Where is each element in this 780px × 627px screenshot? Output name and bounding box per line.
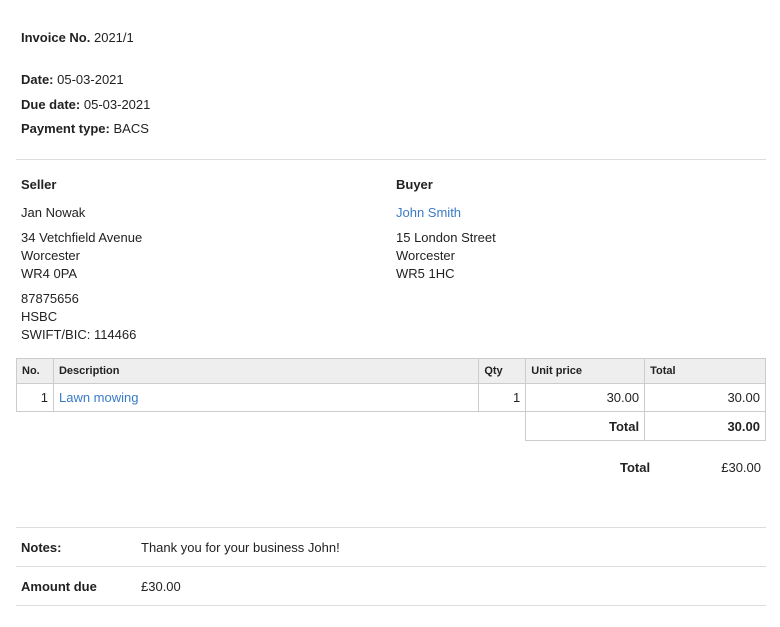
invoice-date-value: 05-03-2021 [57,72,124,87]
subtotal-row: Total 30.00 [17,411,766,441]
col-unit-price-header: Unit price [525,358,646,384]
invoice-number-label: Invoice No. [21,30,91,45]
buyer-address-line: 15 London Street [396,230,496,245]
item-unit-price: 30.00 [525,383,646,412]
col-qty-header: Qty [478,358,527,384]
seller-bank-name: HSBC [21,309,58,324]
seller-bank-details: 87875656 HSBC SWIFT/BIC: 114466 [21,290,136,344]
buyer-heading: Buyer [396,177,433,192]
item-description-link[interactable]: Lawn mowing [59,390,139,405]
divider [16,527,766,528]
invoice-date: Date: 05-03-2021 [21,72,124,87]
grand-total-value: £30.00 [721,460,761,475]
col-no-header: No. [16,358,54,384]
grand-total-label: Total [620,460,651,475]
seller-address-line: WR4 0PA [21,266,78,281]
seller-swift: SWIFT/BIC: 114466 [21,327,137,342]
divider [16,566,766,567]
seller-account-number: 87875656 [21,291,79,306]
divider [16,159,766,160]
notes-text: Thank you for your business John! [141,540,340,555]
notes-label: Notes: [21,540,62,555]
buyer-address-line: Worcester [396,248,455,263]
invoice-date-label: Date: [21,72,54,87]
table-row: 1 Lawn mowing 1 30.00 30.00 [16,383,766,412]
invoice-number: Invoice No. 2021/1 [21,30,134,45]
invoice-number-value: 2021/1 [93,30,134,45]
item-qty: 1 [478,383,527,412]
due-date-value: 05-03-2021 [83,97,151,112]
item-total: 30.00 [644,383,766,412]
buyer-name-link[interactable]: John Smith [396,205,461,220]
payment-type: Payment type: BACS [21,121,149,136]
subtotal-label: Total [525,411,646,441]
items-table: No. Description Qty Unit price Total 1 L… [16,358,766,441]
due-date-label: Due date: [21,97,81,112]
divider [16,605,766,606]
item-description: Lawn mowing [52,383,480,412]
seller-heading: Seller [21,177,57,192]
payment-type-value: BACS [113,121,149,136]
col-total-header: Total [644,358,766,384]
table-header-row: No. Description Qty Unit price Total [16,358,766,384]
seller-address-line: Worcester [21,248,80,263]
seller-address: 34 Vetchfield Avenue Worcester WR4 0PA [21,229,142,283]
seller-address-line: 34 Vetchfield Avenue [21,230,143,245]
buyer-address: 15 London Street Worcester WR5 1HC [396,229,496,283]
seller-name: Jan Nowak [21,205,86,220]
amount-due-value: £30.00 [141,579,181,594]
payment-type-label: Payment type: [21,121,110,136]
amount-due-label: Amount due [21,579,97,594]
item-no: 1 [16,383,54,412]
subtotal-value: 30.00 [644,411,766,441]
col-description-header: Description [52,358,480,384]
due-date: Due date: 05-03-2021 [21,97,150,112]
buyer-address-line: WR5 1HC [396,266,455,281]
